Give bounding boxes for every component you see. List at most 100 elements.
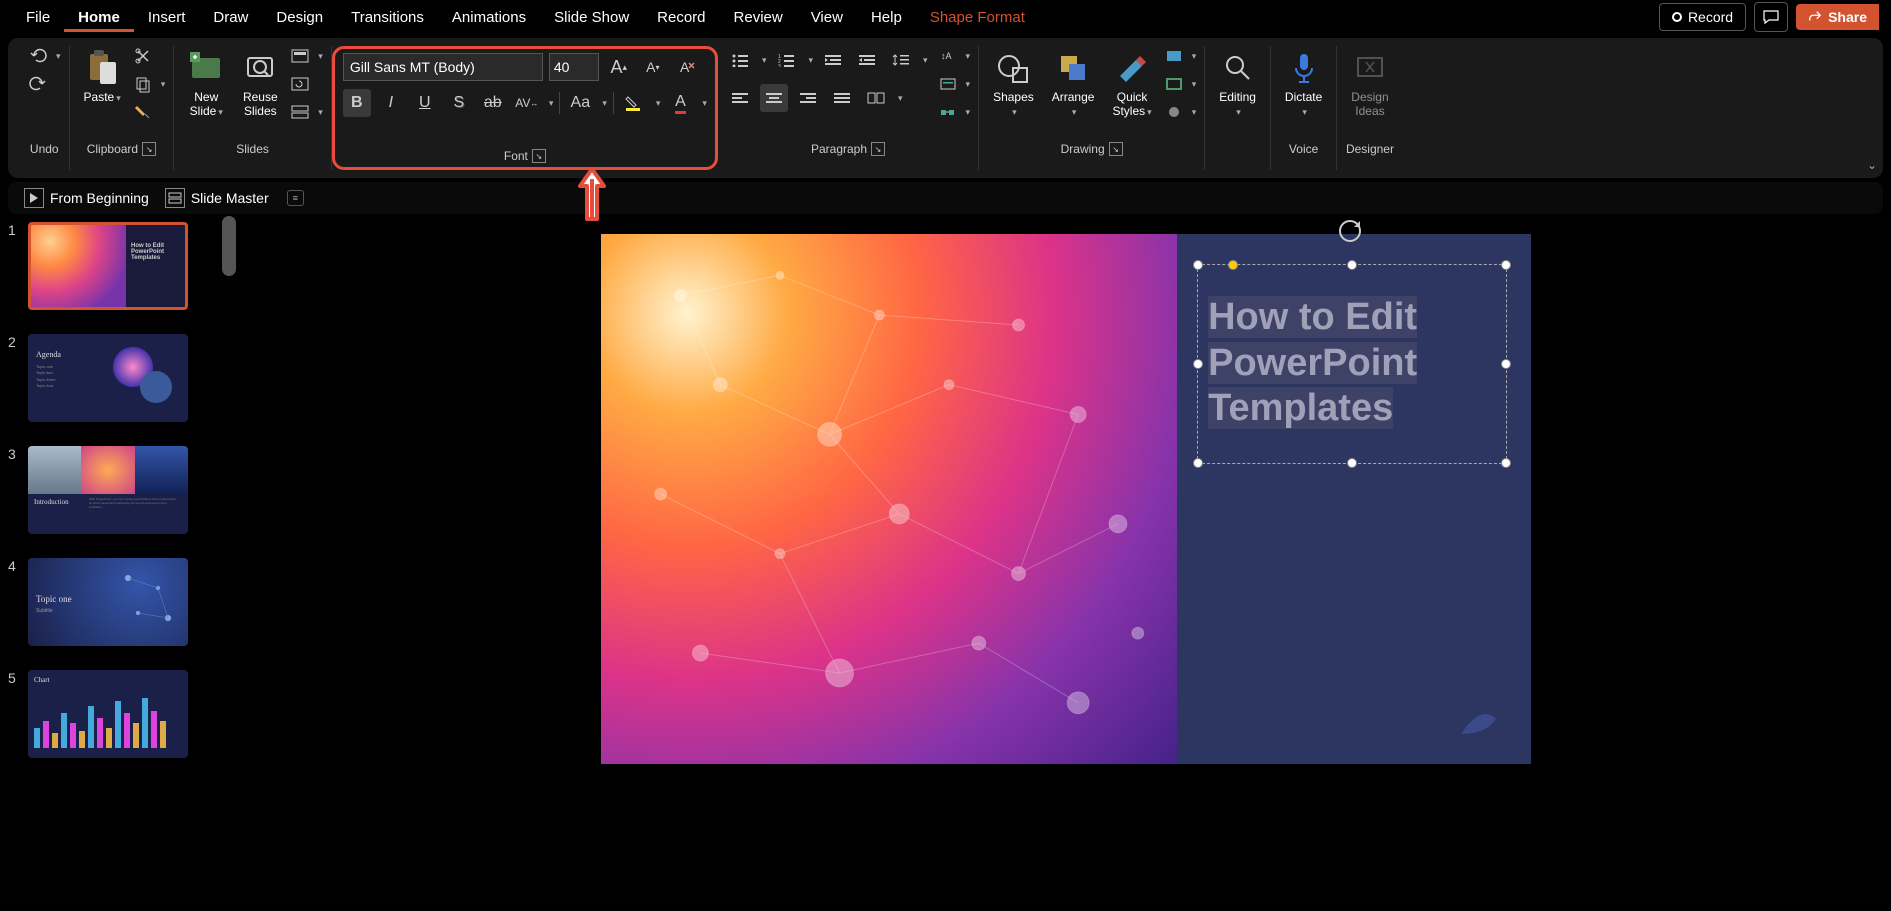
text-direction-button[interactable]: ↕A bbox=[938, 46, 958, 66]
shape-outline-button[interactable] bbox=[1164, 74, 1184, 94]
change-case-dropdown[interactable]: ▾ bbox=[602, 98, 607, 109]
qat-customize[interactable]: ≡ bbox=[287, 190, 304, 206]
font-size-input[interactable] bbox=[549, 53, 599, 81]
change-case-button[interactable]: Aa bbox=[566, 89, 594, 117]
menu-animations[interactable]: Animations bbox=[438, 3, 540, 32]
numbering-dropdown[interactable]: ▾ bbox=[808, 55, 813, 66]
slide-editor[interactable]: How to Edit PowerPoint Templates bbox=[240, 214, 1891, 911]
dictate-button[interactable]: Dictate▾ bbox=[1279, 46, 1328, 123]
thumbnail-3[interactable]: Introduction With PowerPoint, you can cr… bbox=[28, 446, 188, 534]
title-text[interactable]: How to Edit PowerPoint Templates bbox=[1198, 265, 1506, 442]
from-beginning-button[interactable]: From Beginning bbox=[24, 188, 149, 208]
bullets-dropdown[interactable]: ▾ bbox=[762, 55, 767, 66]
align-right-button[interactable] bbox=[794, 84, 822, 112]
collapse-ribbon-button[interactable]: ⌄ bbox=[1867, 158, 1877, 172]
rotate-handle[interactable] bbox=[1335, 216, 1365, 246]
clear-formatting-button[interactable]: A bbox=[673, 53, 701, 81]
font-color-button[interactable]: A bbox=[666, 89, 694, 117]
align-text-button[interactable] bbox=[938, 74, 958, 94]
justify-button[interactable] bbox=[828, 84, 856, 112]
menu-record[interactable]: Record bbox=[643, 3, 719, 32]
reset-button[interactable] bbox=[290, 74, 310, 94]
design-ideas-button[interactable]: Design Ideas bbox=[1345, 46, 1394, 123]
thumbnail-2[interactable]: Agenda Topic oneTopic twoTopic threeTopi… bbox=[28, 334, 188, 422]
char-spacing-button[interactable]: AV↔ bbox=[513, 89, 541, 117]
menu-slideshow[interactable]: Slide Show bbox=[540, 3, 643, 32]
scrollbar-thumb[interactable] bbox=[222, 216, 236, 276]
shape-effects-dropdown[interactable]: ▾ bbox=[1192, 107, 1197, 118]
increase-indent-button[interactable] bbox=[853, 46, 881, 74]
decrease-font-button[interactable]: A▾ bbox=[639, 53, 667, 81]
comments-button[interactable] bbox=[1754, 2, 1788, 32]
menu-transitions[interactable]: Transitions bbox=[337, 3, 438, 32]
menu-draw[interactable]: Draw bbox=[199, 3, 262, 32]
title-textbox[interactable]: How to Edit PowerPoint Templates bbox=[1197, 264, 1507, 464]
reuse-slides-button[interactable]: Reuse Slides bbox=[236, 46, 284, 123]
menu-shape-format[interactable]: Shape Format bbox=[916, 3, 1039, 32]
smartart-dropdown[interactable]: ▾ bbox=[966, 107, 971, 118]
smartart-button[interactable] bbox=[938, 102, 958, 122]
menu-insert[interactable]: Insert bbox=[134, 3, 200, 32]
underline-button[interactable]: U bbox=[411, 89, 439, 117]
paste-button[interactable]: Paste▾ bbox=[78, 46, 127, 108]
cut-button[interactable] bbox=[133, 46, 153, 66]
bullets-button[interactable] bbox=[726, 46, 754, 74]
quick-styles-button[interactable]: Quick Styles▾ bbox=[1106, 46, 1157, 123]
align-left-button[interactable] bbox=[726, 84, 754, 112]
line-spacing-dropdown[interactable]: ▾ bbox=[923, 55, 928, 66]
copy-dropdown[interactable]: ▾ bbox=[161, 79, 166, 90]
bold-button[interactable]: B bbox=[343, 89, 371, 117]
editing-button[interactable]: Editing▾ bbox=[1213, 46, 1262, 123]
font-launcher[interactable]: ↘ bbox=[532, 149, 546, 163]
menu-design[interactable]: Design bbox=[262, 3, 337, 32]
columns-dropdown[interactable]: ▾ bbox=[898, 93, 903, 104]
thumbnail-4[interactable]: Topic one Subtitle bbox=[28, 558, 188, 646]
shape-effects-button[interactable] bbox=[1164, 102, 1184, 122]
current-slide[interactable]: How to Edit PowerPoint Templates bbox=[601, 234, 1531, 764]
undo-dropdown[interactable]: ▾ bbox=[56, 51, 61, 62]
section-button[interactable] bbox=[290, 102, 310, 122]
decrease-indent-button[interactable] bbox=[819, 46, 847, 74]
menu-view[interactable]: View bbox=[797, 3, 857, 32]
section-dropdown[interactable]: ▾ bbox=[318, 107, 323, 118]
italic-button[interactable]: I bbox=[377, 89, 405, 117]
copy-button[interactable] bbox=[133, 74, 153, 94]
char-spacing-dropdown[interactable]: ▾ bbox=[549, 98, 554, 109]
align-center-button[interactable] bbox=[760, 84, 788, 112]
font-name-input[interactable] bbox=[343, 53, 543, 81]
shapes-button[interactable]: Shapes▾ bbox=[987, 46, 1040, 123]
strikethrough-button[interactable]: ab bbox=[479, 89, 507, 117]
highlight-button[interactable] bbox=[620, 89, 648, 117]
shape-fill-button[interactable] bbox=[1164, 46, 1184, 66]
share-button[interactable]: Share bbox=[1796, 4, 1879, 30]
layout-dropdown[interactable]: ▾ bbox=[318, 51, 323, 62]
thumbnail-1[interactable]: How to Edit PowerPoint Templates bbox=[28, 222, 188, 310]
shape-outline-dropdown[interactable]: ▾ bbox=[1192, 79, 1197, 90]
numbering-button[interactable]: 123 bbox=[772, 46, 800, 74]
align-text-dropdown[interactable]: ▾ bbox=[966, 79, 971, 90]
highlight-dropdown[interactable]: ▾ bbox=[656, 98, 661, 109]
font-color-dropdown[interactable]: ▾ bbox=[702, 98, 707, 109]
line-spacing-button[interactable] bbox=[887, 46, 915, 74]
menu-file[interactable]: File bbox=[12, 3, 64, 32]
new-slide-button[interactable]: New Slide▾ bbox=[182, 46, 230, 123]
shape-fill-dropdown[interactable]: ▾ bbox=[1192, 51, 1197, 62]
drawing-launcher[interactable]: ↘ bbox=[1109, 142, 1123, 156]
undo-button[interactable] bbox=[28, 46, 48, 66]
menu-review[interactable]: Review bbox=[720, 3, 797, 32]
menu-help[interactable]: Help bbox=[857, 3, 916, 32]
paragraph-launcher[interactable]: ↘ bbox=[871, 142, 885, 156]
format-painter-button[interactable] bbox=[133, 102, 153, 122]
record-button[interactable]: Record bbox=[1659, 3, 1746, 31]
text-direction-dropdown[interactable]: ▾ bbox=[966, 51, 971, 62]
increase-font-button[interactable]: A▴ bbox=[605, 53, 633, 81]
shadow-button[interactable]: S bbox=[445, 89, 473, 117]
clipboard-launcher[interactable]: ↘ bbox=[142, 142, 156, 156]
menu-home[interactable]: Home bbox=[64, 3, 134, 32]
thumbnail-5[interactable]: Chart bbox=[28, 670, 188, 758]
slide-master-button[interactable]: Slide Master bbox=[165, 188, 269, 208]
arrange-button[interactable]: Arrange▾ bbox=[1046, 46, 1101, 123]
columns-button[interactable] bbox=[862, 84, 890, 112]
layout-button[interactable] bbox=[290, 46, 310, 66]
redo-button[interactable] bbox=[28, 74, 48, 94]
